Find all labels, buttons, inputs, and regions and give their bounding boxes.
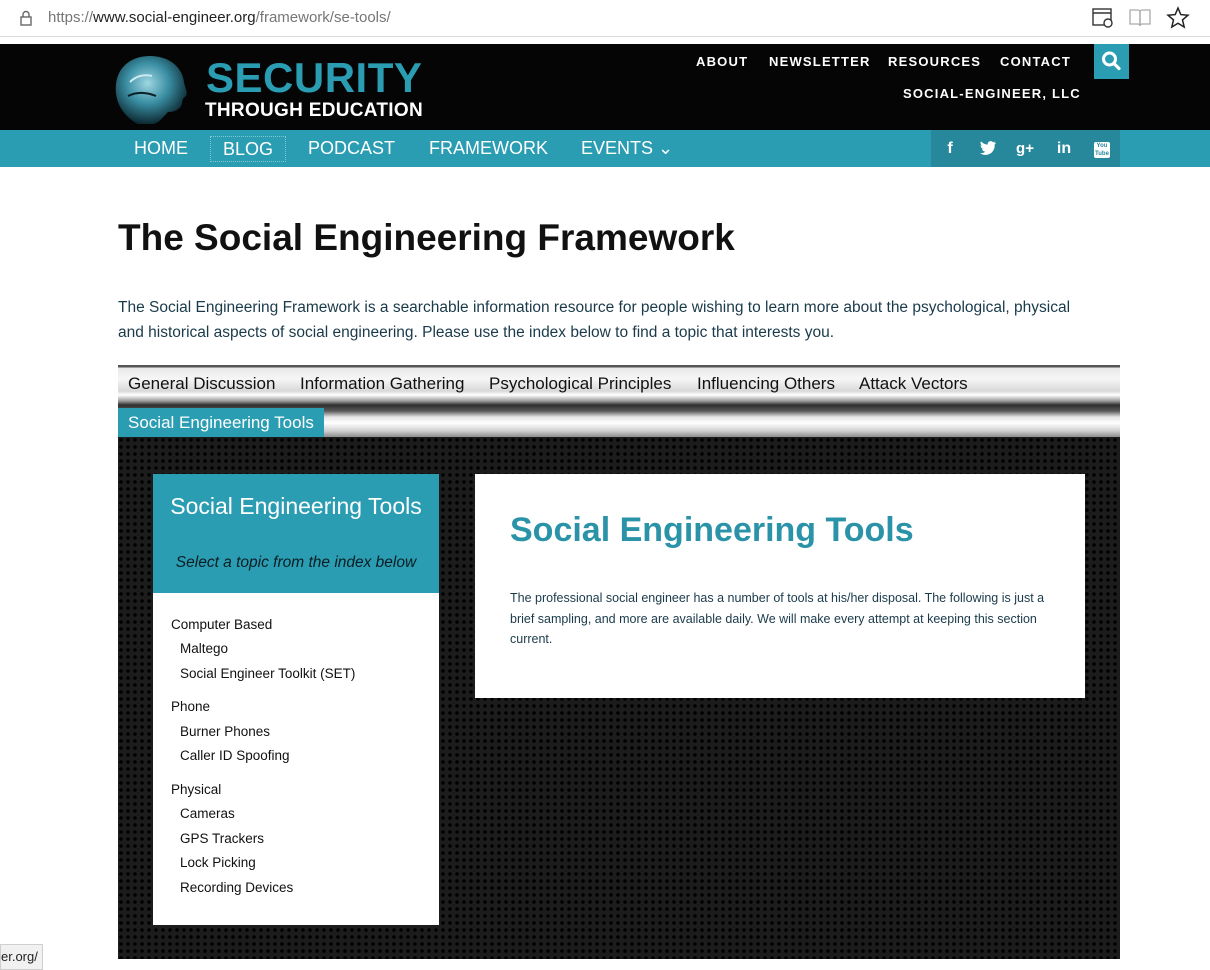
index-group-computer-based[interactable]: Computer Based	[171, 616, 272, 634]
index-item-burner-phones[interactable]: Burner Phones	[180, 723, 270, 741]
main-nav: HOME BLOG PODCAST FRAMEWORK EVENTS ⌄ f g…	[0, 130, 1210, 167]
nav-events[interactable]: EVENTS ⌄	[581, 130, 673, 167]
url-path: /framework/se-tools/	[255, 9, 391, 26]
nav-link-company[interactable]: SOCIAL-ENGINEER, LLC	[903, 86, 1081, 102]
social-links: f g+ in You Tube	[931, 130, 1120, 167]
nav-blog[interactable]: BLOG	[210, 136, 287, 162]
tab-attack-vectors[interactable]: Attack Vectors	[859, 373, 968, 395]
nav-link-contact[interactable]: CONTACT	[1000, 54, 1071, 70]
index-item-lock-picking[interactable]: Lock Picking	[180, 854, 256, 872]
content-title: Social Engineering Tools	[510, 511, 914, 549]
tab-general-discussion[interactable]: General Discussion	[128, 373, 275, 395]
content-text: The professional social engineer has a n…	[510, 591, 1045, 646]
index-item-cameras[interactable]: Cameras	[180, 805, 235, 823]
nav-link-about[interactable]: ABOUT	[696, 54, 748, 70]
favorite-star-icon[interactable]	[1166, 6, 1190, 30]
topic-index-subtitle: Select a topic from the index below	[175, 554, 417, 571]
nav-link-resources[interactable]: RESOURCES	[888, 54, 981, 70]
search-icon	[1102, 51, 1121, 71]
youtube-icon[interactable]: You Tube	[1094, 142, 1110, 158]
tab-information-gathering[interactable]: Information Gathering	[300, 373, 464, 395]
page-intro: The Social Engineering Framework is a se…	[118, 299, 1071, 341]
tab-influencing-others[interactable]: Influencing Others	[697, 373, 835, 395]
reading-list-icon[interactable]	[1128, 6, 1152, 30]
index-item-set[interactable]: Social Engineer Toolkit (SET)	[180, 665, 355, 683]
url-host: www.social-engineer.org	[93, 9, 256, 26]
linkedin-icon[interactable]: in	[1049, 130, 1079, 167]
nav-link-newsletter[interactable]: NEWSLETTER	[769, 54, 871, 70]
logo-title[interactable]: SECURITY	[206, 56, 422, 100]
tab-social-engineering-tools[interactable]: Social Engineering Tools	[118, 408, 324, 437]
logo-head-icon[interactable]	[110, 52, 190, 126]
index-item-maltego[interactable]: Maltego	[180, 640, 228, 658]
google-plus-icon[interactable]: g+	[1010, 130, 1040, 167]
browser-address-bar: https://www.social-engineer.org/framewor…	[0, 0, 1210, 37]
topic-index-title: Social Engineering Tools	[170, 493, 422, 519]
reading-view-icon[interactable]	[1091, 6, 1115, 30]
tab-psychological-principles[interactable]: Psychological Principles	[489, 373, 671, 395]
logo-subtitle[interactable]: THROUGH EDUCATION	[205, 100, 423, 122]
search-button[interactable]	[1094, 44, 1129, 79]
index-group-phone[interactable]: Phone	[171, 698, 210, 716]
index-item-caller-id-spoofing[interactable]: Caller ID Spoofing	[180, 747, 290, 765]
site-header: SECURITY THROUGH EDUCATION ABOUT NEWSLET…	[0, 44, 1210, 130]
address-url[interactable]: https://www.social-engineer.org/framewor…	[48, 8, 391, 28]
index-group-physical[interactable]: Physical	[171, 781, 221, 799]
index-item-recording-devices[interactable]: Recording Devices	[180, 879, 293, 897]
index-item-gps-trackers[interactable]: GPS Trackers	[180, 830, 264, 848]
topic-index-header: Social Engineering Tools Select a topic …	[153, 474, 439, 593]
nav-framework[interactable]: FRAMEWORK	[429, 130, 548, 167]
topic-index: Social Engineering Tools Select a topic …	[153, 474, 439, 925]
nav-podcast[interactable]: PODCAST	[308, 130, 395, 167]
lock-icon	[20, 10, 32, 26]
status-bar-url: er.org/	[0, 944, 43, 970]
twitter-icon[interactable]	[979, 140, 997, 157]
content-box: Social Engineering Tools The professiona…	[475, 474, 1085, 698]
framework-tabs: General Discussion Information Gathering…	[118, 365, 1120, 437]
facebook-icon[interactable]: f	[935, 130, 965, 167]
framework-panel: Social Engineering Tools Select a topic …	[118, 437, 1120, 959]
nav-home[interactable]: HOME	[134, 130, 188, 167]
url-scheme: https://	[48, 9, 94, 26]
page-title: The Social Engineering Framework	[118, 217, 735, 258]
